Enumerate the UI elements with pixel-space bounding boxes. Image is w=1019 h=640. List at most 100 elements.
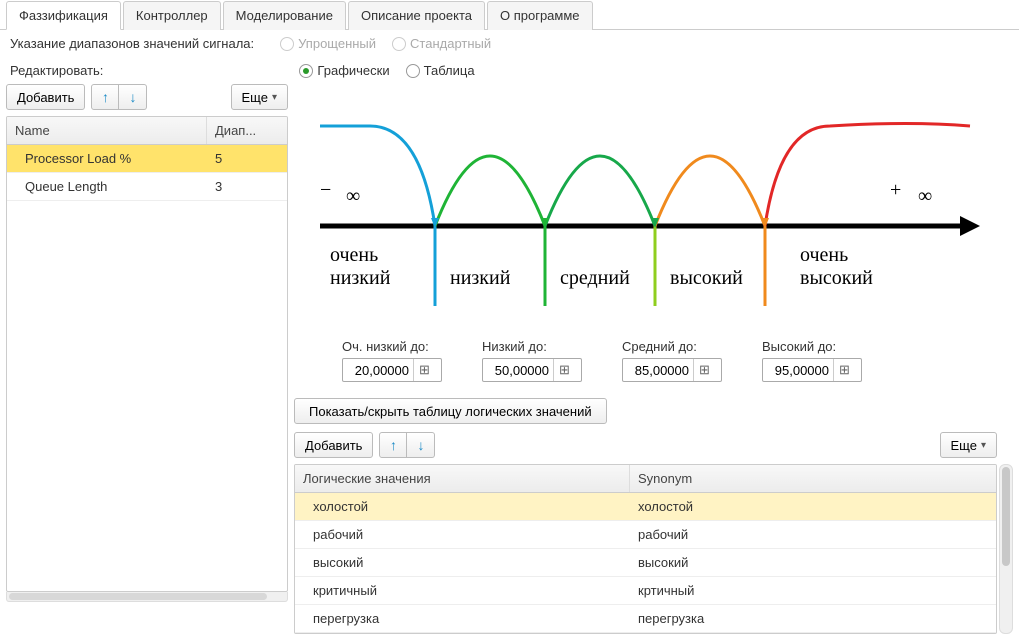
- radio-table[interactable]: Таблица: [406, 63, 475, 78]
- cell-name: Processor Load %: [7, 145, 207, 172]
- more-label: Еще: [242, 90, 268, 105]
- range-group: Средний до: ⊞: [622, 339, 722, 382]
- logic-move-up-button[interactable]: ↑: [379, 432, 407, 458]
- range-input[interactable]: [343, 363, 413, 378]
- cell-logic: холостой: [295, 493, 630, 520]
- logic-add-button[interactable]: Добавить: [294, 432, 373, 458]
- radio-table-label: Таблица: [424, 63, 475, 78]
- signal-range-row: Указание диапазонов значений сигнала: Уп…: [0, 30, 1019, 57]
- range-input[interactable]: [623, 363, 693, 378]
- cell-synonym: холостой: [630, 493, 996, 520]
- radio-graphic-label: Графически: [317, 63, 389, 78]
- tab-bar: Фаззификация Контроллер Моделирование Оп…: [0, 0, 1019, 30]
- vertical-scrollbar[interactable]: [999, 464, 1013, 634]
- chevron-down-icon: ▾: [272, 92, 277, 103]
- seg-label-2: средний: [560, 267, 630, 289]
- calculator-icon[interactable]: ⊞: [413, 359, 435, 381]
- range-label: Оч. низкий до:: [342, 339, 442, 354]
- range-input-wrap: ⊞: [342, 358, 442, 382]
- cell-diap: 3: [207, 173, 287, 200]
- edit-label: Редактировать:: [10, 63, 103, 78]
- move-down-button[interactable]: ↓: [119, 84, 147, 110]
- radio-standard: Стандартный: [392, 36, 491, 51]
- range-group: Оч. низкий до: ⊞: [342, 339, 442, 382]
- svg-text:∞: ∞: [346, 185, 360, 207]
- cell-logic: критичный: [295, 577, 630, 604]
- arrow-down-icon: ↓: [417, 437, 424, 453]
- calculator-icon[interactable]: ⊞: [693, 359, 715, 381]
- cell-name: Queue Length: [7, 173, 207, 200]
- fuzzy-diagram: − ∞ + ∞: [294, 84, 1013, 319]
- signals-table: Name Диап... Processor Load %5Queue Leng…: [6, 116, 288, 592]
- arrow-up-icon: ↑: [102, 89, 109, 105]
- radio-simplified-label: Упрощенный: [298, 36, 376, 51]
- range-label: Высокий до:: [762, 339, 862, 354]
- table-row[interactable]: рабочийрабочий: [295, 521, 996, 549]
- col-header-logic[interactable]: Логические значения: [295, 465, 630, 492]
- table-row[interactable]: холостойхолостой: [295, 493, 996, 521]
- range-input[interactable]: [763, 363, 833, 378]
- range-input-wrap: ⊞: [622, 358, 722, 382]
- seg-label-4b: высокий: [800, 267, 873, 289]
- cell-synonym: кртичный: [630, 577, 996, 604]
- col-header-name[interactable]: Name: [7, 117, 207, 144]
- add-button[interactable]: Добавить: [6, 84, 85, 110]
- cell-diap: 5: [207, 145, 287, 172]
- horizontal-scrollbar[interactable]: [6, 592, 288, 602]
- seg-label-1: низкий: [450, 267, 511, 289]
- cell-synonym: высокий: [630, 549, 996, 576]
- toggle-logic-table-button[interactable]: Показать/скрыть таблицу логических значе…: [294, 398, 607, 424]
- seg-label-0b: низкий: [330, 267, 391, 289]
- logic-more-button[interactable]: Еще ▾: [940, 432, 997, 458]
- table-row[interactable]: высокийвысокий: [295, 549, 996, 577]
- tab-modeling[interactable]: Моделирование: [223, 1, 346, 30]
- radio-icon: [299, 64, 313, 78]
- calculator-icon[interactable]: ⊞: [833, 359, 855, 381]
- more-button[interactable]: Еще ▾: [231, 84, 288, 110]
- logic-move-down-button[interactable]: ↓: [407, 432, 435, 458]
- tab-project-desc[interactable]: Описание проекта: [348, 1, 485, 30]
- range-input-wrap: ⊞: [482, 358, 582, 382]
- table-row[interactable]: критичныйкртичный: [295, 577, 996, 605]
- tab-fuzzification[interactable]: Фаззификация: [6, 1, 121, 30]
- seg-label-0: очень: [330, 244, 378, 266]
- logic-toolbar: Добавить ↑ ↓ Еще ▾: [294, 432, 997, 464]
- logic-table: Логические значения Synonym холостойхоло…: [294, 464, 997, 634]
- radio-standard-label: Стандартный: [410, 36, 491, 51]
- tab-controller[interactable]: Контроллер: [123, 1, 221, 30]
- cell-logic: рабочий: [295, 521, 630, 548]
- radio-icon: [406, 64, 420, 78]
- arrow-up-icon: ↑: [390, 437, 397, 453]
- table-row[interactable]: перегрузкаперегрузка: [295, 605, 996, 633]
- col-header-synonym[interactable]: Synonym: [630, 465, 996, 492]
- signal-range-label: Указание диапазонов значений сигнала:: [10, 36, 254, 51]
- cell-logic: высокий: [295, 549, 630, 576]
- range-label: Средний до:: [622, 339, 722, 354]
- table-blank-space: [7, 201, 287, 591]
- chevron-down-icon: ▾: [981, 440, 986, 451]
- radio-graphic[interactable]: Графически: [299, 63, 389, 78]
- cell-synonym: рабочий: [630, 521, 996, 548]
- table-row[interactable]: Processor Load %5: [7, 145, 287, 173]
- svg-text:−: −: [320, 179, 331, 201]
- svg-text:+: +: [890, 179, 901, 201]
- arrow-down-icon: ↓: [129, 89, 136, 105]
- range-group: Низкий до:⊞: [482, 339, 582, 382]
- left-toolbar: Добавить ↑ ↓ Еще ▾: [6, 84, 288, 116]
- range-input[interactable]: [483, 363, 553, 378]
- calculator-icon[interactable]: ⊞: [553, 359, 575, 381]
- move-up-button[interactable]: ↑: [91, 84, 119, 110]
- edit-mode-row: Редактировать: Графически Таблица: [0, 57, 1019, 84]
- radio-simplified: Упрощенный: [280, 36, 376, 51]
- table-row[interactable]: Queue Length3: [7, 173, 287, 201]
- tab-about[interactable]: О программе: [487, 1, 593, 30]
- more-label: Еще: [951, 438, 977, 453]
- range-group: Высокий до: ⊞: [762, 339, 862, 382]
- svg-text:∞: ∞: [918, 185, 932, 207]
- seg-label-4: очень: [800, 244, 848, 266]
- move-buttons: ↑ ↓: [91, 84, 147, 110]
- radio-icon: [392, 37, 406, 51]
- range-input-wrap: ⊞: [762, 358, 862, 382]
- cell-synonym: перегрузка: [630, 605, 996, 632]
- col-header-diap[interactable]: Диап...: [207, 117, 287, 144]
